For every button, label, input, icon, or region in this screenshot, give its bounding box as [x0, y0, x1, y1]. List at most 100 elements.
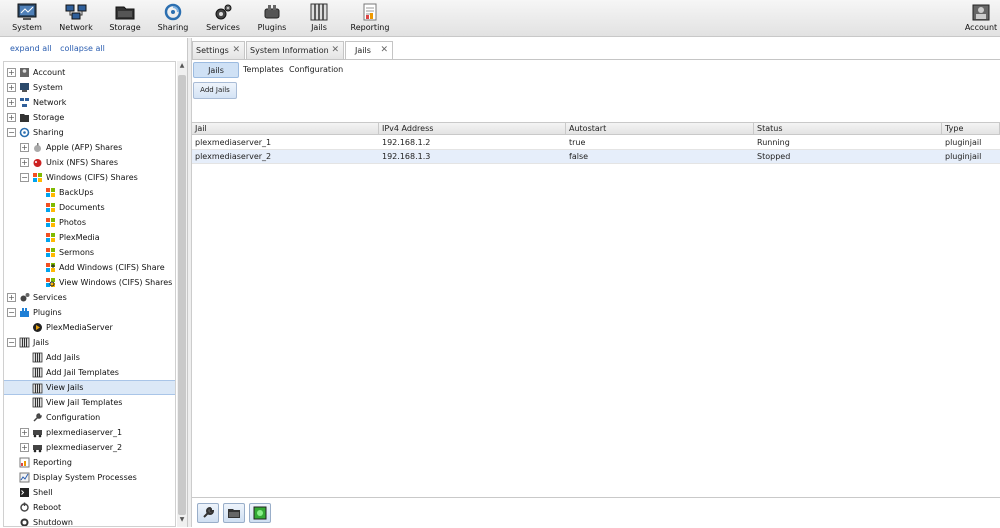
sidebar-item-label: Storage — [33, 113, 65, 122]
collapse-icon[interactable]: − — [7, 308, 16, 317]
expand-icon[interactable]: + — [7, 68, 16, 77]
sidebar-item-system[interactable]: + System — [4, 80, 175, 95]
sidebar-item-documents[interactable]: Documents — [4, 200, 175, 215]
windows-icon — [46, 218, 55, 227]
sidebar-item-label: Sharing — [33, 128, 64, 137]
sidebar-item-label: Windows (CIFS) Shares — [46, 173, 138, 182]
storage-jail-button[interactable] — [223, 503, 245, 523]
collapse-all-link[interactable]: collapse all — [60, 44, 105, 53]
reporting-icon — [363, 3, 377, 21]
tab-jails[interactable]: Jails ✕ — [345, 41, 393, 60]
expand-icon[interactable]: + — [7, 293, 16, 302]
sidebar-item-shell[interactable]: Shell — [4, 485, 175, 500]
sidebar-item-add-windows-cifs-share[interactable]: Add Windows (CIFS) Share — [4, 260, 175, 275]
sidebar-item-label: System — [33, 83, 63, 92]
account-button[interactable]: Account — [964, 3, 998, 35]
sidebar-item-photos[interactable]: Photos — [4, 215, 175, 230]
reporting-button[interactable]: Reporting — [350, 3, 390, 35]
tab-settings[interactable]: Settings ✕ — [192, 41, 245, 59]
sidebar-item-shutdown[interactable]: Shutdown — [4, 515, 175, 526]
sidebar-item-backups[interactable]: BackUps — [4, 185, 175, 200]
sidebar-item-display-system-processes[interactable]: Display System Processes — [4, 470, 175, 485]
expand-icon[interactable]: + — [20, 428, 29, 437]
plugins-label: Plugins — [257, 23, 287, 32]
expand-icon[interactable]: + — [7, 98, 16, 107]
column-header-ipv4[interactable]: IPv4 Address — [379, 123, 566, 135]
network-icon — [65, 4, 87, 20]
sidebar-item-reboot[interactable]: Reboot — [4, 500, 175, 515]
edit-jail-button[interactable] — [197, 503, 219, 523]
folder-icon — [228, 509, 240, 518]
sidebar-item-label: Add Jails — [46, 353, 80, 362]
services-button[interactable]: Services — [204, 3, 242, 35]
sidebar-item-add-jail-templates[interactable]: Add Jail Templates — [4, 365, 175, 380]
expand-icon[interactable]: + — [7, 83, 16, 92]
add-jails-button[interactable]: Add Jails — [193, 82, 237, 99]
table-row[interactable]: plexmediaserver_2 192.168.1.3 false Stop… — [192, 150, 1000, 164]
expand-icon[interactable]: + — [20, 443, 29, 452]
shell-icon — [20, 488, 29, 497]
plugins-icon — [20, 308, 29, 317]
column-header-type[interactable]: Type — [942, 123, 1000, 135]
sidebar-item-account[interactable]: + Account — [4, 65, 175, 80]
sidebar-item-apple-afp-shares[interactable]: + Apple (AFP) Shares — [4, 140, 175, 155]
close-icon[interactable]: ✕ — [232, 42, 240, 59]
subtab-templates[interactable]: Templates — [243, 62, 284, 78]
sidebar-item-label: Add Windows (CIFS) Share — [59, 263, 165, 272]
expand-all-link[interactable]: expand all — [10, 44, 52, 53]
sidebar-item-services[interactable]: + Services — [4, 290, 175, 305]
scroll-down-arrow-icon[interactable]: ▼ — [178, 516, 186, 526]
sidebar-scrollbar[interactable]: ▲ ▼ — [177, 61, 187, 527]
expand-icon[interactable]: + — [7, 113, 16, 122]
jails-button[interactable]: Jails — [304, 3, 334, 35]
scrollbar-thumb[interactable] — [178, 75, 186, 515]
sidebar-item-add-jails[interactable]: Add Jails — [4, 350, 175, 365]
column-header-jail[interactable]: Jail — [192, 123, 379, 135]
sidebar-item-network[interactable]: + Network — [4, 95, 175, 110]
collapse-icon[interactable]: − — [20, 173, 29, 182]
tab-system-information[interactable]: System Information ✕ — [246, 41, 344, 59]
table-row[interactable]: plexmediaserver_1 192.168.1.2 true Runni… — [192, 136, 1000, 150]
sidebar-item-plexmediaserver[interactable]: PlexMediaServer — [4, 320, 175, 335]
expand-icon[interactable]: + — [20, 143, 29, 152]
sidebar-item-storage[interactable]: + Storage — [4, 110, 175, 125]
sidebar-item-windows-cifs-shares[interactable]: − Windows (CIFS) Shares — [4, 170, 175, 185]
sidebar-item-reporting[interactable]: Reporting — [4, 455, 175, 470]
column-header-autostart[interactable]: Autostart — [566, 123, 754, 135]
sidebar-item-sharing[interactable]: − Sharing — [4, 125, 175, 140]
collapse-icon[interactable]: − — [7, 128, 16, 137]
sidebar-item-plexmedia[interactable]: PlexMedia — [4, 230, 175, 245]
close-icon[interactable]: ✕ — [331, 42, 339, 59]
system-icon — [20, 83, 29, 92]
expand-icon[interactable]: + — [20, 158, 29, 167]
sidebar-item-plugins[interactable]: − Plugins — [4, 305, 175, 320]
cell-type: pluginjail — [945, 138, 982, 147]
sidebar-item-jails[interactable]: − Jails — [4, 335, 175, 350]
sidebar-item-unix-nfs-shares[interactable]: + Unix (NFS) Shares — [4, 155, 175, 170]
subtab-configuration[interactable]: Configuration — [289, 62, 343, 78]
sidebar-item-view-jails[interactable]: View Jails — [4, 380, 175, 395]
scroll-up-arrow-icon[interactable]: ▲ — [178, 62, 186, 72]
network-button[interactable]: Network — [58, 3, 94, 35]
windows-icon — [46, 203, 55, 212]
sidebar-item-plexmediaserver-1[interactable]: + plexmediaserver_1 — [4, 425, 175, 440]
column-header-status[interactable]: Status — [754, 123, 942, 135]
start-jail-button[interactable] — [249, 503, 271, 523]
storage-button[interactable]: Storage — [107, 3, 143, 35]
sidebar-item-label: PlexMediaServer — [46, 323, 113, 332]
sidebar-item-configuration[interactable]: Configuration — [4, 410, 175, 425]
system-icon — [17, 3, 37, 20]
collapse-icon[interactable]: − — [7, 338, 16, 347]
sharing-button[interactable]: Sharing — [156, 3, 190, 35]
sidebar-item-label: BackUps — [59, 188, 94, 197]
windows-icon — [33, 173, 42, 182]
close-icon[interactable]: ✕ — [380, 42, 388, 59]
sidebar-item-plexmediaserver-2[interactable]: + plexmediaserver_2 — [4, 440, 175, 455]
sidebar-item-view-jail-templates[interactable]: View Jail Templates — [4, 395, 175, 410]
system-button[interactable]: System — [10, 3, 44, 35]
sidebar-item-label: Configuration — [46, 413, 101, 422]
sidebar-item-view-windows-cifs-shares[interactable]: View Windows (CIFS) Shares — [4, 275, 175, 290]
sidebar-item-sermons[interactable]: Sermons — [4, 245, 175, 260]
subtab-jails[interactable]: Jails — [193, 62, 239, 78]
plugins-button[interactable]: Plugins — [255, 3, 289, 35]
